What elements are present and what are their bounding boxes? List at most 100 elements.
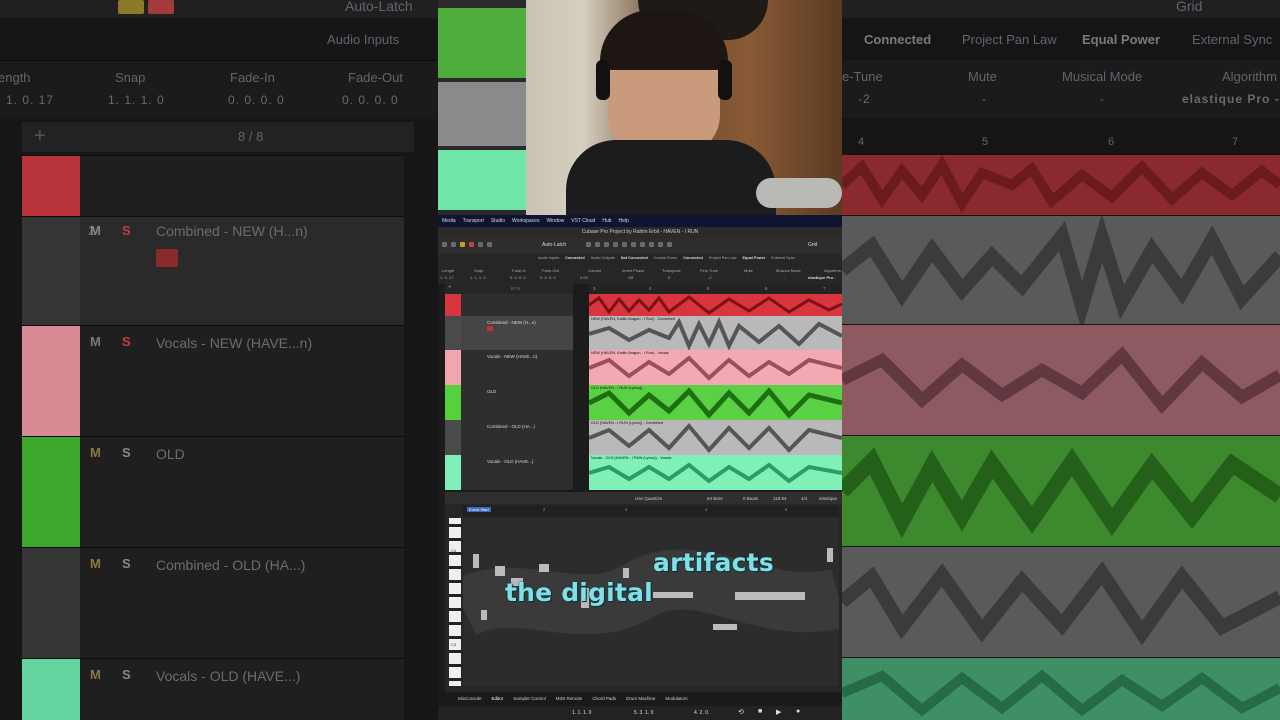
project-toolbar: Auto-Latch Grid [438,238,842,255]
info-value[interactable]: 1. 1. 1. 0 [470,275,486,280]
waveform-green [438,8,526,78]
info-value[interactable]: 0. 0. 0. 0 [540,275,556,280]
bg-equal-power-label: Equal Power [1082,32,1161,47]
track-row[interactable]: Vocals - NEW (HAVE...n) [445,350,573,386]
track-row[interactable]: Combined - NEW (H...n) [445,316,573,351]
menu-window[interactable]: Window [546,218,564,224]
info-value[interactable]: 0 [668,275,670,280]
bg-ruler-tick: 4 [858,136,865,148]
cycle-icon[interactable]: ⟲ [738,708,744,716]
split-icon[interactable] [604,242,609,247]
bg-audio-inputs-label: Audio Inputs [327,32,400,47]
bg-track-4: M S OLD [22,436,404,547]
info-value[interactable]: Off [628,275,633,280]
bars-field[interactable]: 64 Bars [707,496,723,501]
record-enable-icon[interactable] [487,326,493,331]
add-track-icon[interactable]: + [448,285,452,291]
audio-event[interactable]: NEW (HAVEN, Kaitlin Aragon - I Run) - Co… [589,316,842,350]
event-start-marker[interactable]: Event Start [467,507,491,512]
track-row[interactable]: OLD [445,385,573,421]
primary-time-display[interactable]: 4. 2. 0. [694,710,709,716]
line-icon[interactable] [658,242,663,247]
audio-event[interactable]: OLD (HAVEN - I RUN (Lyrics)) - [589,385,842,420]
headphone-left [596,60,610,100]
ruler-tick: 7 [823,286,826,291]
automation-mode-select[interactable]: Auto-Latch [542,242,566,248]
tab-drum-machine[interactable]: Drum Machine [626,696,655,701]
tab-mixconsole[interactable]: MixConsole [458,696,482,701]
event-waveform [589,387,842,419]
info-value[interactable]: 0. 0. 0. 0 [510,275,526,280]
audio-event[interactable]: Vocals - OLD (HAVEN - I RUN (Lyrics)) - … [589,455,842,490]
menu-media[interactable]: Media [442,218,456,224]
tab-sampler-control[interactable]: Sampler Control [513,696,546,701]
bg-lane-3 [842,325,1280,435]
read-icon[interactable] [478,242,483,247]
track-row[interactable]: Combined - OLD (HA...) [445,420,573,456]
bg-ruler-tick: 5 [982,136,989,148]
bg-pan-law-label: Project Pan Law [962,32,1057,47]
stop-icon[interactable]: ■ [758,708,762,715]
algorithm-field[interactable]: elastique [819,496,837,501]
play-tool-icon[interactable] [667,242,672,247]
menu-hub[interactable]: Hub [602,218,611,224]
info-value[interactable]: - [748,275,749,280]
bg-track-color [22,548,80,658]
tool-icon[interactable] [442,242,447,247]
tab-editor[interactable]: Editor [492,696,504,701]
bg-add-track-icon: + [34,125,46,147]
beats-field[interactable]: 0 Beats [743,496,758,501]
zoom-icon[interactable] [631,242,636,247]
audio-event[interactable] [589,294,842,316]
track-color [445,420,461,455]
audio-event[interactable]: OLD (HAVEN - I RUN (Lyrics)) - Combined [589,420,842,455]
info-value[interactable]: -2 [708,275,712,280]
editor-toolbar: Use Quantize 64 Bars 0 Beats 118.94 4/4 … [445,492,842,504]
tempo-field[interactable]: 118.94 [773,496,786,501]
bg-track-color [22,659,80,720]
editor-ruler[interactable]: Event Start 2 3 4 5 [463,506,839,516]
background-right-panel: Grid Connected Project Pan Law Equal Pow… [842,0,1280,720]
draw-icon[interactable] [649,242,654,247]
info-value[interactable]: 0.00 [580,275,588,280]
event-label: NEW (HAVEN, Kaitlin Aragon - I Run) - Vo… [591,351,669,355]
timeline-ruler[interactable]: 3 4 5 6 7 [589,284,842,294]
range-icon[interactable] [595,242,600,247]
tab-modulators[interactable]: Modulators [665,696,687,701]
event-info-fields: Length Snap Fade-In Fade-Out Volume Inve… [438,267,842,284]
erase-icon[interactable] [622,242,627,247]
mute-tool-icon[interactable] [640,242,645,247]
mute-all-icon[interactable] [460,242,465,247]
tool-icon[interactable] [451,242,456,247]
solo-all-icon[interactable] [469,242,474,247]
play-icon[interactable]: ▶ [776,708,781,716]
menu-workspaces[interactable]: Workspaces [512,218,539,224]
quantize-select[interactable]: Use Quantize [635,496,662,501]
info-value[interactable]: elastique Pro - [808,275,836,280]
info-value[interactable]: - [784,275,785,280]
write-icon[interactable] [487,242,492,247]
signature-field[interactable]: 4/4 [801,496,807,501]
menu-vst-cloud[interactable]: VST Cloud [571,218,595,224]
tab-midi-remote[interactable]: MIDI Remote [556,696,583,701]
record-icon[interactable]: ● [796,708,800,715]
tab-chord-pads[interactable]: Chord Pads [592,696,616,701]
audio-event[interactable]: NEW (HAVEN, Kaitlin Aragon - I Run) - Vo… [589,350,842,385]
menu-transport[interactable]: Transport [463,218,484,224]
bg-mute: M [90,334,101,349]
bg-info-value-musical-mode: - [1100,92,1105,106]
arrange-window: 3 4 5 6 7 NEW (HAVEN, Kaitlin Aragon - I… [589,284,842,490]
edit-tools [586,242,674,247]
track-row[interactable]: Vocals - OLD (HAVE...) [445,455,573,491]
right-locator[interactable]: 5. 3. 1. 0 [634,710,653,716]
menu-help[interactable]: Help [619,218,629,224]
object-select-icon[interactable] [586,242,591,247]
left-locator[interactable]: 1. 1. 1. 0 [572,710,591,716]
track-row[interactable] [445,294,573,317]
piano-keyboard[interactable]: C4 C3 [449,518,461,686]
menu-studio[interactable]: Studio [491,218,505,224]
webcam-video [438,0,842,215]
glue-icon[interactable] [613,242,618,247]
info-value[interactable]: 1. 0. 17 [440,275,453,280]
grid-select[interactable]: Grid [808,242,817,248]
